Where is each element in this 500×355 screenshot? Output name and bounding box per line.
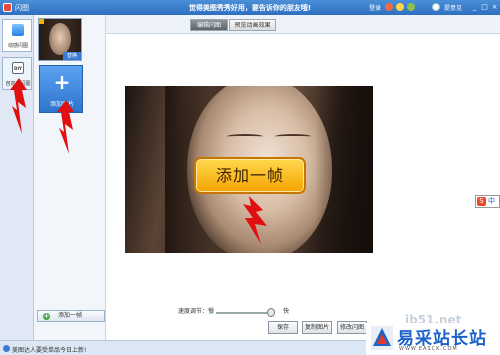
close-button[interactable]: × (490, 2, 499, 12)
rail-item-label: 自定义闪图 (5, 81, 31, 87)
user-icon[interactable] (385, 3, 393, 11)
status-text[interactable]: 美图达人要受单品今日上新! (12, 345, 86, 354)
add-image-label: 添加图片 (49, 101, 74, 108)
photo-hair-right (315, 86, 373, 253)
sparkle-icon (12, 24, 24, 36)
frame-thumbnail[interactable]: 替换 (38, 18, 82, 61)
photo-eye-left (227, 134, 263, 139)
speed-fast-label: 快 (283, 308, 290, 315)
status-icon (3, 345, 10, 352)
title-slogan: 觉得美图秀秀好用，要告诉你的朋友哦! (188, 4, 312, 12)
plus-icon: + (53, 70, 71, 94)
add-frame-label: 添加一帧 (58, 312, 83, 319)
feedback-link[interactable]: 提意见 (444, 3, 462, 12)
ime-mode: 中 (488, 197, 495, 205)
feedback-icon[interactable] (432, 3, 440, 11)
skin-icon[interactable] (396, 3, 404, 11)
frames-panel: 替换 + 添加图片 (34, 15, 106, 340)
speed-slider-track[interactable] (216, 312, 273, 314)
tab-edit[interactable]: 编辑闪图 (190, 19, 228, 31)
photo-eye-right (275, 134, 311, 139)
save-button[interactable]: 保存 (268, 321, 298, 334)
sogou-icon: S (477, 197, 486, 206)
tab-preview[interactable]: 预览动画效果 (229, 19, 276, 31)
site-logo: 易采站长站 WWW.EASCK.COM (366, 323, 500, 355)
left-rail: 动感闪图 DIY 自定义闪图 (0, 15, 34, 340)
add-frame-callout: 添加一帧 (194, 157, 306, 194)
speed-slider-thumb[interactable] (267, 308, 275, 317)
ime-indicator[interactable]: S 中 (475, 195, 500, 208)
login-link[interactable]: 登录 (369, 3, 381, 12)
frame-badge-icon (39, 19, 44, 24)
maximize-button[interactable]: □ (480, 2, 489, 12)
add-frame-button[interactable]: + 添加一帧 (37, 310, 105, 322)
minimize-button[interactable]: _ (470, 2, 479, 12)
rail-item-custom[interactable]: DIY 自定义闪图 (2, 57, 32, 90)
edit-flash-button[interactable]: 修改闪图 (337, 321, 367, 334)
speed-label: 速度调节：慢 (178, 308, 215, 315)
replace-button[interactable]: 替换 (63, 52, 81, 60)
logo-site: WWW.EASCK.COM (399, 346, 458, 352)
title-bar: 闪图 觉得美图秀秀好用，要告诉你的朋友哦! 登录 提意见 _ □ × (0, 0, 500, 15)
copy-image-button[interactable]: 复制图片 (302, 321, 332, 334)
logo-mark-icon (371, 326, 393, 350)
plus-circle-icon: + (43, 312, 50, 320)
add-image-button[interactable]: + 添加图片 (39, 65, 83, 113)
diy-icon: DIY (12, 62, 24, 74)
rail-item-dynamic[interactable]: 动感闪图 (2, 19, 32, 52)
menu-icon[interactable] (407, 3, 415, 11)
rail-item-label: 动感闪图 (7, 43, 28, 49)
